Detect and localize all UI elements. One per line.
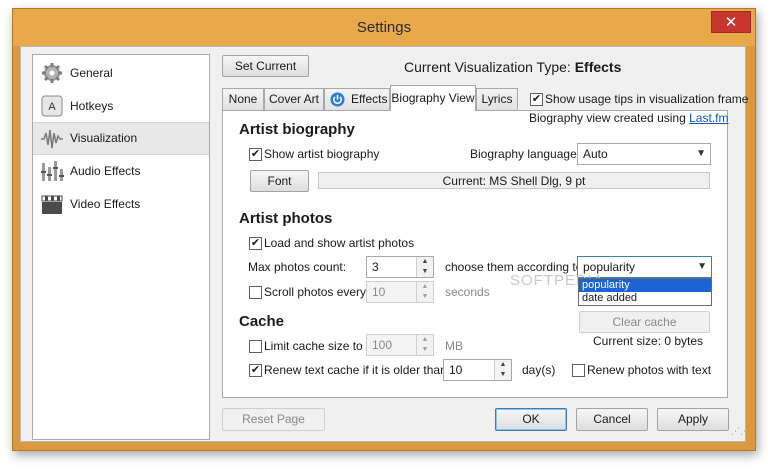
limit-cache-label: Limit cache size to — [264, 339, 363, 353]
sidebar-item-label: Audio Effects — [70, 164, 141, 178]
tab-none[interactable]: None — [222, 88, 264, 110]
scroll-interval-unit: seconds — [445, 285, 490, 299]
sidebar-item-label: Video Effects — [70, 197, 141, 211]
max-photos-stepper[interactable]: 3 ▲ ▼ — [366, 256, 434, 278]
biography-language-select[interactable]: Auto ▼ — [577, 143, 711, 165]
stepper-up-icon[interactable]: ▲ — [417, 257, 433, 267]
stepper-up-icon[interactable]: ▲ — [495, 360, 511, 370]
renew-text-cache-checkbox[interactable]: ✔ — [249, 364, 262, 377]
font-current-readout: Current: MS Shell Dlg, 9 pt — [318, 172, 710, 189]
cache-size-value: 100 — [372, 338, 393, 352]
max-photos-value: 3 — [372, 260, 379, 274]
renew-photos-checkbox[interactable] — [572, 364, 585, 377]
scroll-interval-stepper[interactable]: 10 ▲ ▼ — [366, 281, 434, 303]
usage-tips-checkbox[interactable]: ✔ — [530, 93, 543, 106]
scroll-interval-value: 10 — [372, 285, 386, 299]
cancel-button[interactable]: Cancel — [576, 408, 648, 431]
artist-photos-heading: Artist photos — [239, 210, 333, 227]
max-photos-label: Max photos count: — [248, 260, 347, 274]
show-biography-checkbox[interactable]: ✔ — [249, 148, 262, 161]
visualization-type-readout: Current Visualization Type: Effects — [404, 57, 621, 77]
tab-biography-view[interactable]: Biography View — [390, 85, 476, 111]
stepper-down-icon[interactable]: ▼ — [417, 267, 433, 277]
renew-days-stepper[interactable]: 10 ▲ ▼ — [443, 359, 512, 381]
usage-tips-label: Show usage tips in visualization frame — [545, 92, 749, 106]
photo-order-option-date-added[interactable]: date added — [579, 292, 711, 305]
sidebar-item-label: General — [70, 66, 113, 80]
reset-page-button[interactable]: Reset Page — [222, 408, 325, 431]
ok-button[interactable]: OK — [495, 408, 567, 431]
clear-cache-button[interactable]: Clear cache — [579, 311, 710, 333]
close-button[interactable]: ✕ — [711, 11, 751, 33]
equalizer-icon — [41, 161, 64, 181]
scroll-photos-label: Scroll photos every — [264, 285, 367, 299]
biography-language-label: Biography language: — [470, 147, 581, 161]
apply-button[interactable]: Apply — [657, 408, 729, 431]
photo-order-option-popularity[interactable]: popularity — [579, 279, 711, 292]
show-biography-label: Show artist biography — [264, 147, 380, 161]
window-title: Settings — [356, 19, 412, 36]
stepper-up-icon: ▲ — [421, 283, 429, 290]
tab-lyrics[interactable]: Lyrics — [476, 88, 518, 110]
lastfm-credit-text: Biography view created using — [529, 111, 686, 125]
renew-days-value: 10 — [449, 363, 463, 377]
limit-cache-checkbox[interactable] — [249, 340, 262, 353]
artist-biography-heading: Artist biography — [239, 121, 355, 138]
font-button[interactable]: Font — [250, 170, 309, 192]
renew-text-cache-label: Renew text cache if it is older than — [264, 363, 447, 377]
tab-effects-label: Effects — [351, 92, 388, 106]
gear-icon — [42, 63, 62, 83]
cache-current-size: Current size: 0 bytes — [593, 334, 704, 348]
clapperboard-icon — [41, 195, 63, 214]
stepper-down-icon: ▼ — [421, 293, 429, 300]
sidebar-item-label: Hotkeys — [70, 99, 114, 113]
keyboard-key-icon: A — [41, 95, 63, 117]
renew-photos-label: Renew photos with text — [587, 363, 712, 377]
stepper-up-icon: ▲ — [421, 336, 429, 343]
cache-size-stepper[interactable]: 100 ▲ ▼ — [366, 334, 434, 356]
visualization-type-value: Effects — [574, 59, 622, 75]
lastfm-link[interactable]: Last.fm — [689, 111, 728, 125]
set-current-button[interactable]: Set Current — [222, 55, 309, 77]
tab-effects[interactable]: Effects — [324, 88, 390, 110]
renew-days-unit: day(s) — [522, 363, 556, 377]
lastfm-credit: Biography view created using Last.fm — [529, 110, 728, 126]
cache-size-unit: MB — [445, 339, 463, 353]
sidebar-item-label: Visualization — [70, 131, 138, 145]
waveform-icon — [41, 129, 63, 149]
resize-grip-icon[interactable]: ⋰⋰ — [731, 427, 749, 440]
cache-heading: Cache — [239, 313, 285, 330]
scroll-photos-checkbox[interactable] — [249, 286, 262, 299]
load-photos-checkbox[interactable]: ✔ — [249, 237, 262, 250]
load-photos-label: Load and show artist photos — [264, 236, 415, 250]
stepper-down-icon: ▼ — [421, 346, 429, 353]
close-icon: ✕ — [724, 14, 738, 31]
visualization-type-label: Current Visualization Type: — [404, 59, 571, 75]
key-glyph: A — [48, 101, 56, 113]
power-icon — [330, 92, 345, 107]
chevron-down-icon: ▼ — [697, 261, 707, 272]
chevron-down-icon: ▼ — [696, 148, 706, 159]
biography-language-value: Auto — [583, 147, 608, 161]
stepper-down-icon[interactable]: ▼ — [495, 370, 511, 380]
tab-cover-art[interactable]: Cover Art — [264, 88, 324, 110]
